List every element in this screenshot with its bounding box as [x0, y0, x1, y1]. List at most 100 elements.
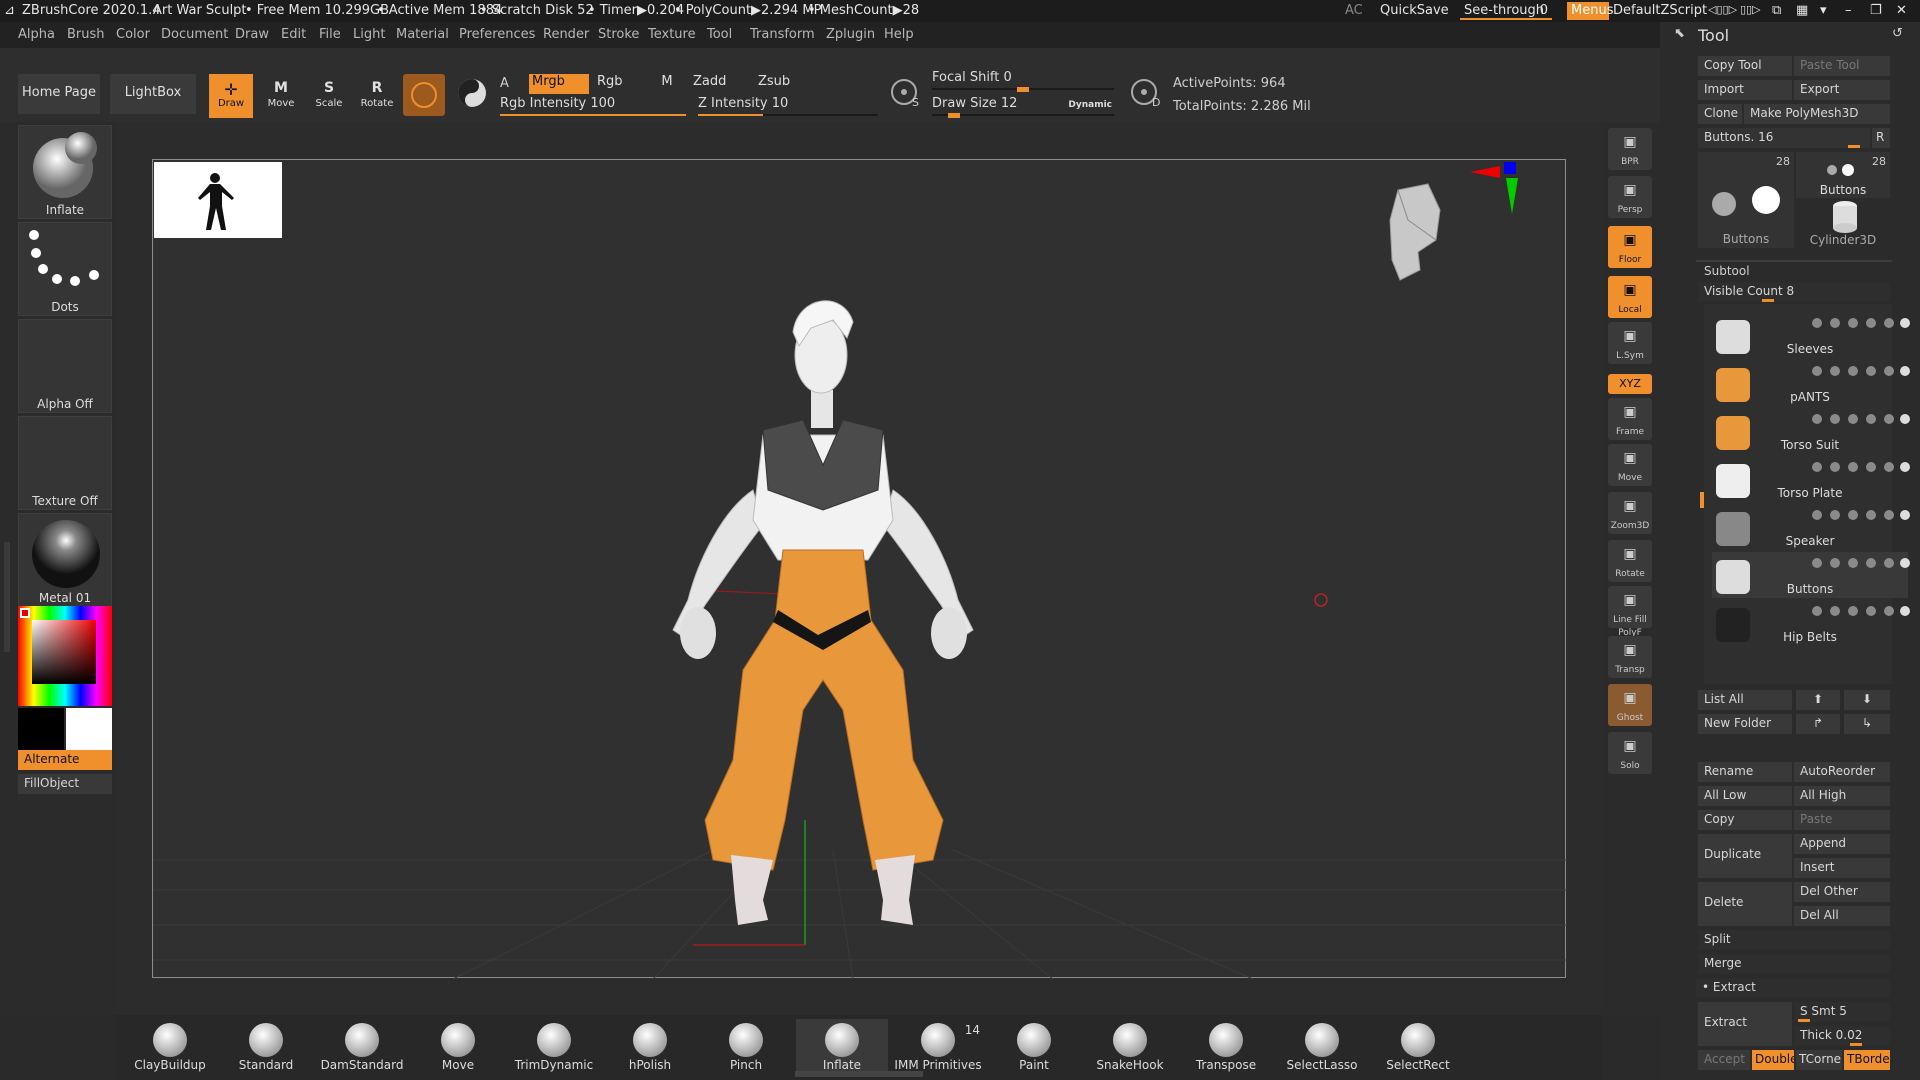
subtool-toggle-icon[interactable]: [1848, 558, 1858, 568]
subtool-torso-suit[interactable]: Torso Suit: [1712, 408, 1910, 454]
subtool-toggle-icon[interactable]: [1812, 606, 1822, 616]
color-picker[interactable]: [18, 606, 112, 706]
subtool-toggles[interactable]: [1808, 606, 1910, 616]
tool-panel-pin-icon[interactable]: ⬉: [1674, 26, 1685, 41]
menu-file[interactable]: File: [319, 27, 341, 42]
brush-standard-button[interactable]: Standard: [220, 1019, 312, 1075]
tborde-toggle[interactable]: TBorde: [1844, 1050, 1890, 1070]
autoreorder-button[interactable]: AutoReorder: [1794, 762, 1890, 782]
material-selector[interactable]: Metal 01: [18, 513, 112, 607]
split-header[interactable]: Split: [1698, 930, 1890, 950]
alternate-button[interactable]: Alternate: [18, 750, 112, 770]
folder-return-icon[interactable]: ↳: [1844, 714, 1890, 734]
copy-tool-button[interactable]: Copy Tool: [1698, 56, 1792, 76]
del-other-button[interactable]: Del Other: [1794, 882, 1890, 902]
secondary-color-swatch[interactable]: [66, 708, 112, 752]
clone-button[interactable]: Clone: [1698, 104, 1742, 124]
brush-hpolish-button[interactable]: hPolish: [604, 1019, 696, 1075]
subtool-toggle-icon[interactable]: [1830, 462, 1840, 472]
a-toggle[interactable]: A: [500, 76, 509, 91]
navigator-thumbnail[interactable]: [154, 162, 282, 238]
grid-icon[interactable]: ▦: [1796, 3, 1808, 18]
minimize-icon[interactable]: –: [1845, 3, 1852, 18]
brush-claybuildup-button[interactable]: ClayBuildup: [124, 1019, 216, 1075]
subtool-toggle-icon[interactable]: [1830, 606, 1840, 616]
tcorne-toggle[interactable]: TCorne: [1796, 1050, 1842, 1070]
draw-size-slider[interactable]: Draw Size 12 Dynamic: [932, 96, 1114, 118]
r-button[interactable]: R: [1872, 128, 1890, 148]
menu-material[interactable]: Material: [396, 27, 449, 42]
list-all-button[interactable]: List All: [1698, 690, 1792, 710]
fillobject-button[interactable]: FillObject: [18, 774, 112, 794]
document-canvas[interactable]: [152, 159, 1567, 979]
subtool-toggle-icon[interactable]: [1884, 510, 1894, 520]
shelf-floor-button[interactable]: ▣ Floor: [1608, 226, 1652, 268]
subtool-toggles[interactable]: [1808, 510, 1910, 520]
subtool-toggle-icon[interactable]: [1866, 318, 1876, 328]
subtool-scrollbar-thumb[interactable]: [1700, 492, 1704, 508]
all-high-button[interactable]: All High: [1794, 786, 1890, 806]
all-low-button[interactable]: All Low: [1698, 786, 1792, 806]
subtool-toggle-icon[interactable]: [1812, 558, 1822, 568]
extract-button[interactable]: Extract: [1698, 1002, 1792, 1046]
import-button[interactable]: Import: [1698, 80, 1792, 100]
subtool-toggle-icon[interactable]: [1812, 414, 1822, 424]
subtool-toggles[interactable]: [1808, 366, 1910, 376]
subtool-toggle-icon[interactable]: [1866, 606, 1876, 616]
subtool-toggle-icon[interactable]: [1812, 510, 1822, 520]
visibility-eye-icon[interactable]: [1900, 606, 1910, 616]
axis-gizmo-icon[interactable]: [1458, 160, 1518, 220]
dynamic-toggle[interactable]: Dynamic: [1068, 100, 1112, 110]
shelf-l-sym-button[interactable]: ▣ L.Sym: [1608, 322, 1652, 364]
subtool-toggle-icon[interactable]: [1848, 318, 1858, 328]
tool-panel-refresh-icon[interactable]: ↺: [1892, 26, 1903, 41]
rgb-button[interactable]: Rgb: [594, 74, 650, 94]
subtool-toggle-icon[interactable]: [1848, 366, 1858, 376]
z-intensity-slider[interactable]: Z Intensity 10: [698, 96, 878, 116]
buttons-count-slider[interactable]: Buttons. 16: [1698, 128, 1870, 148]
subtool-toggle-icon[interactable]: [1866, 366, 1876, 376]
visible-count-slider[interactable]: Visible Count 8: [1698, 282, 1890, 302]
focal-shift-slider[interactable]: Focal Shift 0: [932, 70, 1114, 92]
brush-pinch-button[interactable]: Pinch: [700, 1019, 792, 1075]
subtool-torso-plate[interactable]: Torso Plate: [1712, 456, 1910, 502]
subtool-toggles[interactable]: [1808, 558, 1910, 568]
primary-color-swatch[interactable]: [18, 708, 64, 752]
visibility-eye-icon[interactable]: [1900, 414, 1910, 424]
ac-button[interactable]: AC: [1345, 3, 1363, 18]
duplicate-button[interactable]: Duplicate: [1698, 834, 1792, 878]
new-folder-button[interactable]: New Folder: [1698, 714, 1792, 734]
subtool-toggle-icon[interactable]: [1830, 318, 1840, 328]
layout-toggle-icon[interactable]: ◁▯▯▷: [1708, 3, 1737, 16]
see-through-slider[interactable]: See-through 0: [1460, 2, 1552, 20]
folder-forward-icon[interactable]: ↱: [1796, 714, 1840, 734]
rgb-intensity-slider[interactable]: Rgb Intensity 100: [500, 96, 686, 116]
menu-color[interactable]: Color: [116, 27, 150, 42]
shelf-transp-button[interactable]: ▣ Transp: [1608, 636, 1652, 678]
del-all-button[interactable]: Del All: [1794, 906, 1890, 926]
subtool-toggle-icon[interactable]: [1812, 366, 1822, 376]
zadd-button[interactable]: Zadd: [690, 74, 750, 94]
export-button[interactable]: Export: [1794, 80, 1890, 100]
menu-brush[interactable]: Brush: [67, 27, 105, 42]
mrgb-material-swatch[interactable]: [403, 74, 445, 116]
mode-rotate-button[interactable]: R Rotate: [355, 74, 399, 118]
brush-selectlasso-button[interactable]: SelectLasso: [1276, 1019, 1368, 1075]
subtool-speaker[interactable]: Speaker: [1712, 504, 1910, 550]
menu-document[interactable]: Document: [161, 27, 228, 42]
visibility-eye-icon[interactable]: [1900, 366, 1910, 376]
menu-render[interactable]: Render: [543, 27, 589, 42]
shelf-ghost-button[interactable]: ▣ Ghost: [1608, 684, 1652, 726]
mode-scale-button[interactable]: S Scale: [307, 74, 351, 118]
shelf-xyz-button[interactable]: XYZ: [1608, 374, 1652, 394]
menu-transform[interactable]: Transform: [750, 27, 815, 42]
menu-stroke[interactable]: Stroke: [598, 27, 639, 42]
copy-button[interactable]: Copy: [1698, 810, 1792, 830]
menu-edit[interactable]: Edit: [281, 27, 306, 42]
tool-thumbnail-buttons-small[interactable]: 28 Buttons: [1796, 152, 1890, 198]
interface-toggle-icon[interactable]: ▯▯▷: [1740, 3, 1761, 16]
subtool-toggles[interactable]: [1808, 414, 1910, 424]
subtool-toggle-icon[interactable]: [1848, 414, 1858, 424]
subtool-toggle-icon[interactable]: [1812, 462, 1822, 472]
left-shelf-collapse-handle[interactable]: [4, 542, 10, 652]
